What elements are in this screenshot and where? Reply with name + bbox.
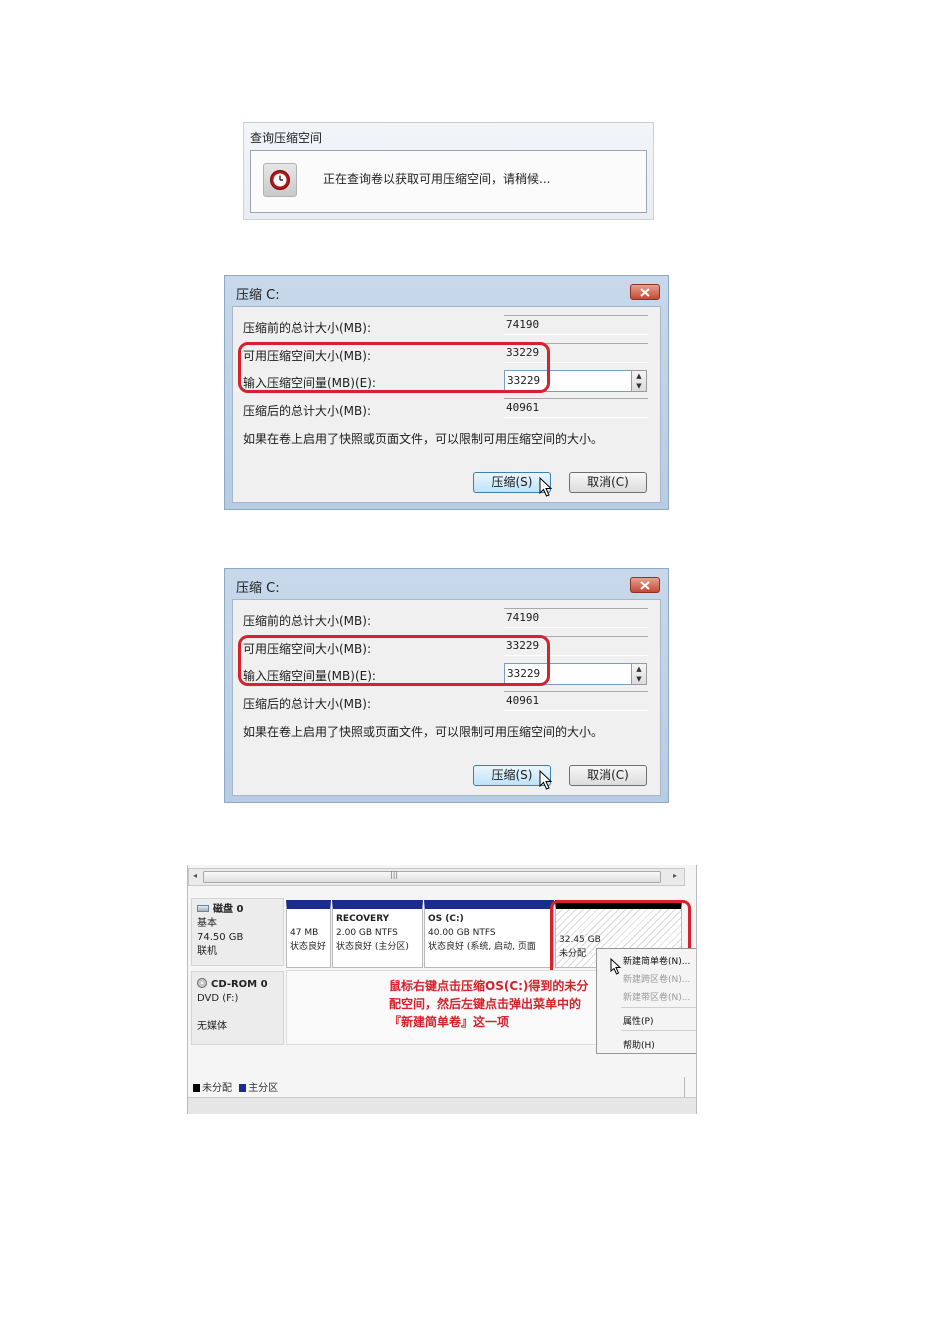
cdrom-name: CD-ROM 0 <box>211 979 268 990</box>
partition-status: 状态良好 (主分区) <box>336 942 409 952</box>
query-dialog-message: 正在查询卷以获取可用压缩空间，请稍候... <box>323 172 551 186</box>
shrink-dialog-title: 压缩 C: <box>236 288 280 303</box>
highlight-annotation <box>238 635 550 686</box>
status-bar <box>188 1097 696 1114</box>
scroll-left-icon[interactable]: ◂ <box>193 871 197 880</box>
total-after-value: 40961 <box>504 691 648 711</box>
disk0-size: 74.50 GB <box>197 932 244 943</box>
divider <box>684 1077 685 1097</box>
total-before-value: 74190 <box>504 608 648 628</box>
mouse-cursor-icon <box>539 477 553 497</box>
scrollbar-thumb[interactable]: ||| <box>203 870 661 883</box>
close-icon <box>640 581 650 590</box>
shrink-dialog-client: 压缩前的总计大小(MB): 74190 可用压缩空间大小(MB): 33229 … <box>232 599 661 796</box>
horizontal-scrollbar[interactable]: ◂ ||| ▸ <box>188 868 685 886</box>
query-dialog-title: 查询压缩空间 <box>250 131 323 145</box>
menu-separator <box>621 1007 696 1008</box>
menu-separator <box>621 1030 696 1031</box>
disk0-name: 磁盘 0 <box>213 904 244 915</box>
shrink-amount-stepper[interactable]: ▲ ▼ <box>631 370 647 392</box>
shrink-amount-stepper[interactable]: ▲ ▼ <box>631 663 647 685</box>
cancel-button[interactable]: 取消(C) <box>569 765 647 786</box>
spin-down-icon[interactable]: ▼ <box>632 381 646 391</box>
total-after-value: 40961 <box>504 398 648 418</box>
disk0-type: 基本 <box>197 918 217 929</box>
spin-down-icon[interactable]: ▼ <box>632 674 646 684</box>
clock-icon <box>263 163 297 197</box>
partition-system-reserved[interactable]: 47 MB 状态良好 <box>286 900 331 968</box>
highlight-annotation <box>238 342 550 393</box>
partition-status: 状态良好 <box>290 942 327 952</box>
close-button[interactable] <box>630 284 660 300</box>
total-after-label: 压缩后的总计大小(MB): <box>243 404 371 418</box>
unallocated-swatch <box>193 1084 200 1092</box>
partition-recovery[interactable]: RECOVERY 2.00 GB NTFS 状态良好 (主分区) <box>332 900 423 968</box>
close-icon <box>640 288 650 297</box>
total-before-value: 74190 <box>504 315 648 335</box>
partition-size: 40.00 GB NTFS <box>428 928 496 938</box>
mouse-cursor-icon <box>610 958 622 975</box>
scroll-right-icon[interactable]: ▸ <box>673 871 677 880</box>
shrink-dialog-2: 压缩 C: 压缩前的总计大小(MB): 74190 可用压缩空间大小(MB): … <box>224 568 669 803</box>
cancel-button[interactable]: 取消(C) <box>569 472 647 493</box>
partition-status: 状态良好 (系统, 启动, 页面 <box>428 942 536 952</box>
shrink-dialog-client: 压缩前的总计大小(MB): 74190 可用压缩空间大小(MB): 33229 … <box>232 306 661 503</box>
snapshot-note: 如果在卷上启用了快照或页面文件，可以限制可用压缩空间的大小。 <box>243 432 604 446</box>
total-after-label: 压缩后的总计大小(MB): <box>243 697 371 711</box>
cdrom-media: 无媒体 <box>197 1021 227 1032</box>
primary-swatch <box>239 1084 247 1092</box>
query-shrink-space-dialog: 查询压缩空间 正在查询卷以获取可用压缩空间，请稍候... <box>243 122 654 220</box>
query-dialog-body: 正在查询卷以获取可用压缩空间，请稍候... <box>250 150 647 213</box>
instruction-annotation: 鼠标右键点击压缩OS(C:)得到的未分配空间，然后左键点击弹出菜单中的『新建简单… <box>389 979 589 1029</box>
partition-os-c[interactable]: OS (C:) 40.00 GB NTFS 状态良好 (系统, 启动, 页面 <box>424 900 554 968</box>
disk-management-panel: ◂ ||| ▸ 磁盘 0 基本 74.50 GB 联机 47 MB 状态良好 R… <box>187 865 697 1114</box>
close-button[interactable] <box>630 577 660 593</box>
legend-unallocated: 未分配 <box>202 1083 232 1094</box>
total-before-label: 压缩前的总计大小(MB): <box>243 614 371 628</box>
spin-up-icon[interactable]: ▲ <box>632 664 646 674</box>
shrink-dialog-1: 压缩 C: 压缩前的总计大小(MB): 74190 可用压缩空间大小(MB): … <box>224 275 669 510</box>
mouse-cursor-icon <box>539 770 553 790</box>
menu-item-help[interactable]: 帮助(H) <box>623 1038 655 1051</box>
menu-item-new-striped-volume[interactable]: 新建带区卷(N)... <box>623 990 690 1003</box>
cd-rom-icon <box>197 978 207 988</box>
menu-item-new-simple-volume[interactable]: 新建简单卷(N)... <box>623 954 690 967</box>
cdrom-info[interactable]: CD-ROM 0 DVD (F:) 无媒体 <box>191 971 284 1045</box>
partition-size: 2.00 GB NTFS <box>336 928 398 938</box>
partition-name: OS (C:) <box>428 914 464 924</box>
partition-name <box>290 912 327 926</box>
total-before-label: 压缩前的总计大小(MB): <box>243 321 371 335</box>
disk0-info[interactable]: 磁盘 0 基本 74.50 GB 联机 <box>191 898 284 966</box>
spin-up-icon[interactable]: ▲ <box>632 371 646 381</box>
partition-size: 47 MB <box>290 928 319 938</box>
shrink-dialog-title: 压缩 C: <box>236 581 280 596</box>
scroll-grip: ||| <box>390 870 399 879</box>
legend-primary: 主分区 <box>248 1083 279 1094</box>
hard-disk-icon <box>197 905 209 912</box>
snapshot-note: 如果在卷上启用了快照或页面文件，可以限制可用压缩空间的大小。 <box>243 725 604 739</box>
cdrom-drive: DVD (F:) <box>197 993 239 1004</box>
disk0-status: 联机 <box>197 946 217 957</box>
menu-item-new-spanned-volume[interactable]: 新建跨区卷(N)... <box>623 972 690 985</box>
menu-item-properties[interactable]: 属性(P) <box>623 1014 653 1027</box>
partition-name: RECOVERY <box>336 914 390 924</box>
partition-legend: 未分配 主分区 <box>193 1079 278 1094</box>
